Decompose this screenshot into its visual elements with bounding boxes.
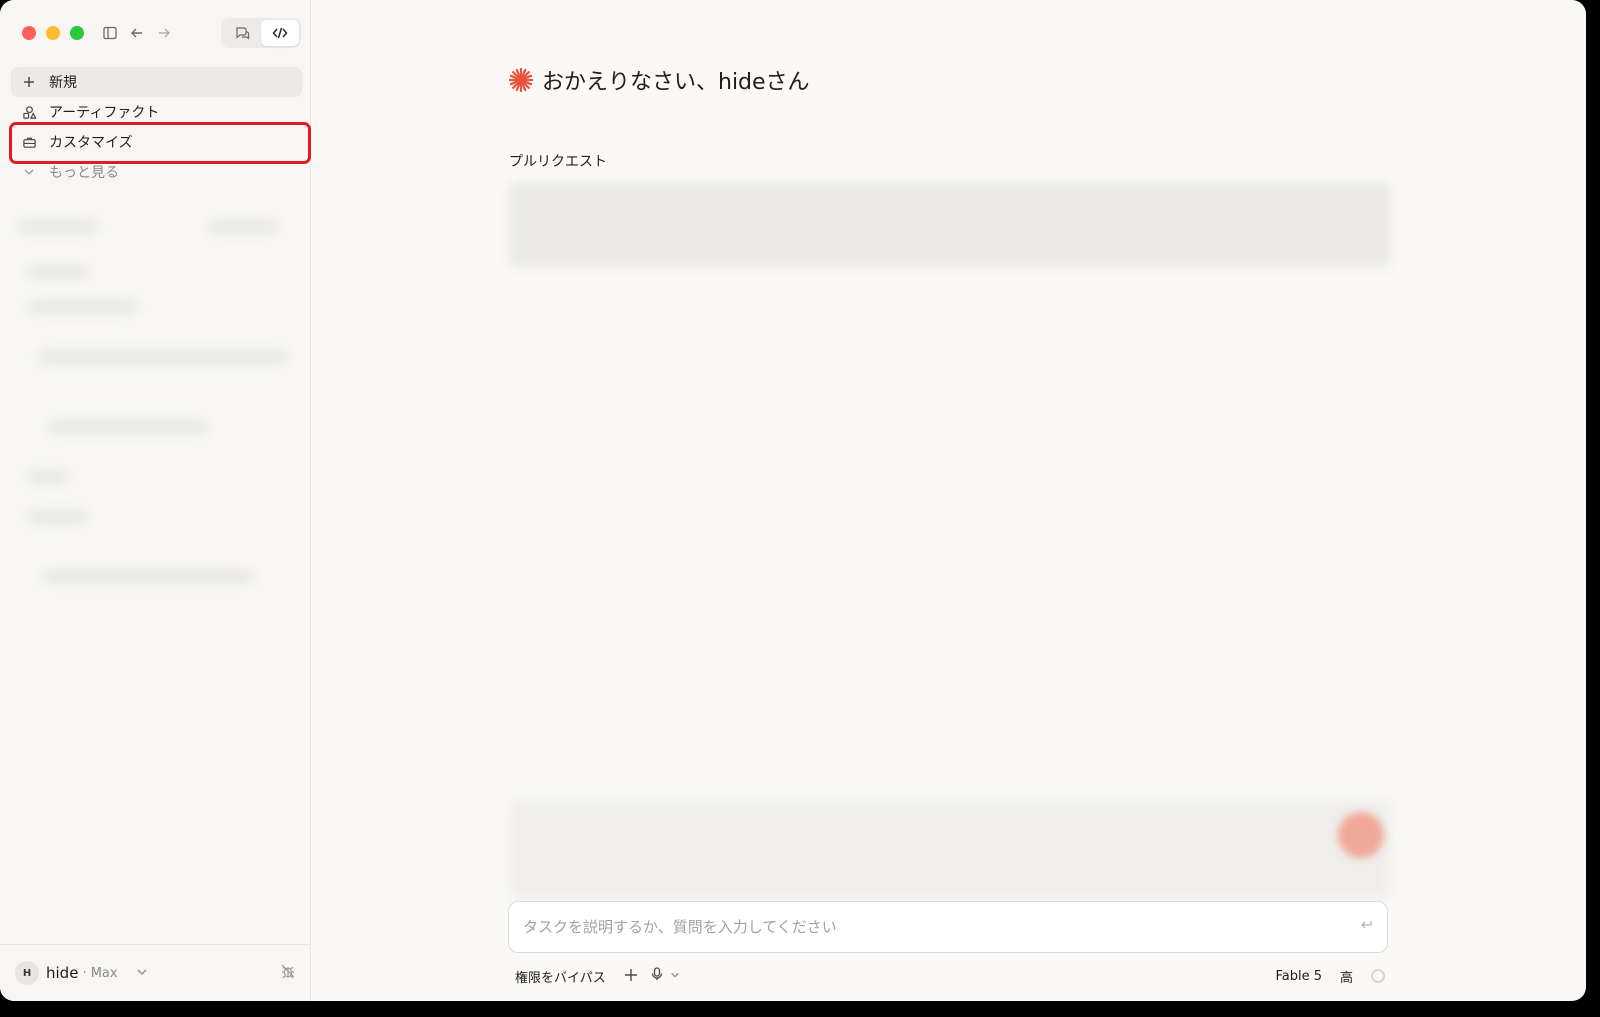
chevron-down-icon [21,166,37,178]
window-controls [22,26,84,40]
code-icon [272,27,288,39]
sidebar-item-label: カスタマイズ [49,135,133,151]
toolbar-right: Fable 5 高 [1275,967,1385,986]
model-selector[interactable]: Fable 5 [1275,969,1322,984]
greeting: おかえりなさい、hideさん [508,64,810,96]
sidebar-item-label: もっと見る [49,165,119,181]
pull-request-card[interactable] [509,182,1391,268]
plus-icon [21,76,37,88]
chat-mode-button[interactable] [223,20,261,46]
code-mode-button[interactable] [261,20,299,46]
sparkle-icon [508,67,534,93]
forward-arrow-icon[interactable] [153,22,175,44]
context-usage-indicator[interactable] [1371,969,1385,983]
maximize-window-button[interactable] [70,26,84,40]
app-window: 新規 アーティファクト カスタマイズ もっと見る H hide · Max おか… [0,0,1586,1001]
sidebar-item-more[interactable]: もっと見る [11,157,302,187]
chevron-down-icon[interactable] [136,966,148,981]
user-name: hide [46,964,79,982]
close-window-button[interactable] [22,26,36,40]
mode-switch [221,18,301,48]
sidebar-nav: 新規 アーティファクト カスタマイズ もっと見る [11,67,302,187]
briefcase-icon [21,135,37,150]
main-panel: おかえりなさい、hideさん プルリクエスト 権限をバイパス Fable [311,0,1586,1001]
sidebar-item-label: 新規 [49,75,77,91]
task-input-box [508,901,1388,953]
sidebar-toggle-icon[interactable] [99,22,121,44]
suggestion-badge [1338,812,1384,858]
chevron-down-icon[interactable] [670,970,680,983]
add-attachment-icon[interactable] [624,967,638,986]
sidebar: 新規 アーティファクト カスタマイズ もっと見る H hide · Max [0,0,311,1001]
recent-sessions-list [8,212,304,608]
sidebar-item-artifacts[interactable]: アーティファクト [11,97,302,127]
suggestions-panel [509,800,1391,900]
minimize-window-button[interactable] [46,26,60,40]
artifacts-icon [21,105,37,120]
task-input[interactable] [523,918,1359,936]
user-plan: · Max [82,965,118,981]
microphone-icon[interactable] [650,967,664,985]
sidebar-item-customize[interactable]: カスタマイズ [11,127,302,157]
greeting-text: おかえりなさい、hideさん [542,70,810,95]
bug-icon[interactable] [280,963,296,983]
enter-icon[interactable] [1359,918,1373,936]
account-menu[interactable]: H hide · Max [0,944,310,1001]
avatar: H [15,961,39,985]
chat-icon [236,27,250,40]
pull-requests-title: プルリクエスト [509,154,607,170]
sidebar-item-label: アーティファクト [49,105,160,121]
sidebar-item-new[interactable]: 新規 [11,67,302,97]
permission-mode-button[interactable]: 権限をバイパス [515,967,606,986]
back-arrow-icon[interactable] [126,22,148,44]
input-toolbar: 権限をバイパス Fable 5 高 [515,965,1385,987]
effort-selector[interactable]: 高 [1340,967,1353,986]
